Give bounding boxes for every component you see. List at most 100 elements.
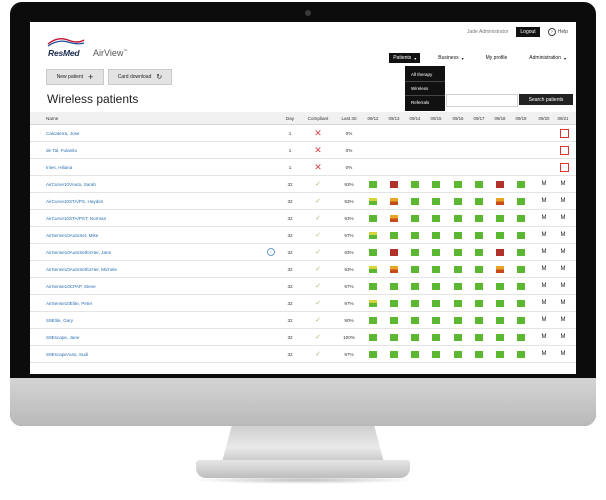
patient-name-link[interactable]: Calcaterra, Jose [46,125,236,141]
usage-green-cell [517,249,525,256]
table-row[interactable]: S9EscapeAuto, Sudi 32 ✓ 97% M M [30,346,576,363]
table-row[interactable]: AirSense10AutoSet, Mike 32 ✓ 97% M M [30,227,576,244]
patients-table: Name Day Compliant Last 30 09/12 09/13 09/… [30,112,576,363]
dropdown-wireless[interactable]: Wireless [405,82,445,96]
logout-button[interactable]: Logout [516,27,540,37]
patient-name-link[interactable]: S9Elite, Gary [46,312,236,328]
usage-green-cell [411,249,419,256]
new-patient-label: New patient [56,74,84,80]
usage-partial-cell [390,266,398,273]
compliance-status: ✓ [302,193,334,209]
patient-name-link[interactable]: AirSense10CPAP, Steve [46,278,236,294]
usage-green-cell [432,283,440,290]
nav-patients[interactable]: Patients ▾ [389,53,421,63]
header-date: 09/15 [430,115,442,121]
table-row[interactable]: AirSense10AutoSetforHer, Jane 32 ✓ 93% • M M [30,244,576,261]
usage-missing-cell: M [541,215,547,221]
header-date: 09/12 [367,115,379,121]
usage-green-cell [432,249,440,256]
refresh-icon: ↻ [156,73,163,81]
header-name[interactable]: Name [46,112,236,124]
compliant-check-icon: ✓ [315,317,321,324]
usage-red-cell [496,181,504,188]
usage-missing-cell: M [541,249,547,255]
usage-missing-cell: M [541,181,547,187]
new-patient-button[interactable]: New patient + [46,69,104,85]
usage-green-cell [411,300,419,307]
usage-green-cell [496,232,504,239]
user-info-icon[interactable]: • [267,248,275,256]
usage-missing-cell: M [541,351,547,357]
patient-name-link[interactable]: AirSense10AutoSetforHer, Jane [46,244,236,260]
usage-green-cell [517,351,525,358]
usage-green-cell [475,232,483,239]
patient-name-link[interactable]: Inies, Hiliana [46,159,236,175]
usage-green-cell [432,317,440,324]
usage-green-cell [475,283,483,290]
usage-green-cell [411,283,419,290]
usage-green-cell [454,249,462,256]
compliant-check-icon: ✓ [315,351,321,358]
help-link[interactable]: ? Help [547,28,568,36]
usage-missing-cell: M [560,181,566,187]
last30-value: 93% [344,215,354,221]
help-icon: ? [547,28,556,36]
table-row[interactable]: AirSense10Elite, Peter 32 ✓ 97% M M [30,295,576,312]
dropdown-all-therapy[interactable]: All therapy [405,68,445,82]
patient-name-link[interactable]: AirSense10AutoSet, Mike [46,227,236,243]
compliance-status: ✓ [302,176,334,192]
search-patients-button[interactable]: Search patients [519,94,573,105]
logo-wave-icon [47,37,85,47]
usage-green-cell [454,334,462,341]
usage-partial-cell [369,232,377,239]
usage-missing-cell: M [541,232,547,238]
usage-green-cell [475,249,483,256]
patient-name-link[interactable]: AirSense10Elite, Peter [46,295,236,311]
patient-name-link[interactable]: AirCurve10STA/PS, Hayden [46,193,236,209]
table-row[interactable]: AirCurve10VAuto, Sarah 32 ✓ 93% M M [30,176,576,193]
usage-green-cell [369,334,377,341]
search-input[interactable] [446,94,518,107]
nav-administration[interactable]: Administration ▾ [525,53,570,63]
usage-red-cell [496,249,504,256]
patient-name-link[interactable]: AirCurve10VAuto, Sarah [46,176,236,192]
usage-missing-cell: M [560,283,566,289]
table-row[interactable]: AirSense10CPAP, Steve 32 ✓ 97% M M [30,278,576,295]
table-row[interactable]: Inies, Hiliana 1 ✕ 0% [30,159,576,176]
usage-green-cell [454,351,462,358]
patient-name-link[interactable]: AirCurve10STA/PST, Norman [46,210,236,226]
table-row[interactable]: AirCurve10STA/PST, Norman 32 ✓ 93% M M [30,210,576,227]
table-row[interactable]: Calcaterra, Jose 1 ✕ 0% [30,125,576,142]
usage-green-cell [517,317,525,324]
usage-green-cell [432,351,440,358]
usage-missing-cell: M [560,334,566,340]
table-row[interactable]: AirCurve10STA/PS, Hayden 32 ✓ 93% M M [30,193,576,210]
last30-value: 0% [345,164,353,170]
table-row[interactable]: AirSense10AutoSetforHer, Michele 32 ✓ 93% M M [30,261,576,278]
header-compliant[interactable]: Compliant [302,112,334,124]
day-value: 32 [287,198,293,204]
last30-value: 93% [344,181,354,187]
last30-value: 100% [343,334,355,340]
nav-business[interactable]: Business ▾ [434,53,467,63]
usage-missing-cell: M [541,283,547,289]
usage-green-cell [454,232,462,239]
usage-green-cell [390,351,398,358]
patient-name-link[interactable]: de Tal, Fulanito [46,142,236,158]
dropdown-referrals[interactable]: Referrals [405,96,445,109]
compliance-status: ✓ [302,278,334,294]
patient-name-link[interactable]: S9Escape, Jane [46,329,236,345]
card-download-button[interactable]: Card download ↻ [108,69,172,85]
nav-my-profile[interactable]: My profile [482,53,512,63]
header-day[interactable]: Day [283,112,297,124]
patient-name-link[interactable]: S9EscapeAuto, Sudi [46,346,236,362]
day-value: 32 [287,283,293,289]
table-row[interactable]: de Tal, Fulanito 1 ✕ 0% [30,142,576,159]
table-row[interactable]: S9Elite, Gary 32 ✓ 90% M M [30,312,576,329]
patient-name-link[interactable]: AirSense10AutoSetforHer, Michele [46,261,236,277]
table-row[interactable]: S9Escape, Jane 32 ✓ 100% M M [30,329,576,346]
last30-value: 97% [344,283,354,289]
usage-green-cell [517,181,525,188]
header-last30[interactable]: Last 30 [338,112,360,124]
compliance-status: ✓ [302,210,334,226]
